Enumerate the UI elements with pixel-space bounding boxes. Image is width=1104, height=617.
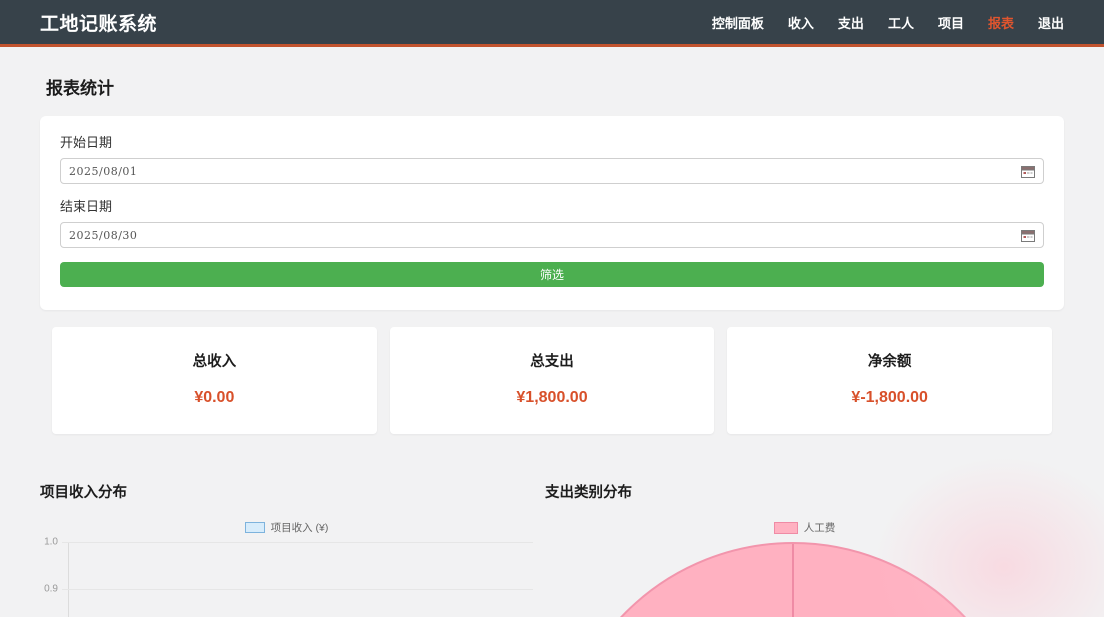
- start-date-value: 2025/08/01: [69, 165, 137, 178]
- gridline: [62, 589, 533, 590]
- y-tick: 1.0: [40, 537, 58, 548]
- card-value: ¥0.00: [52, 389, 377, 407]
- main-nav: 控制面板 收入 支出 工人 项目 报表 退出: [712, 13, 1064, 32]
- card-title: 净余额: [727, 350, 1052, 371]
- y-axis-line: [68, 542, 69, 617]
- card-title: 总收入: [52, 350, 377, 371]
- summary-cards: 总收入 ¥0.00 总支出 ¥1,800.00 净余额 ¥-1,800.00: [52, 327, 1052, 434]
- bar-chart-plot: 1.0 0.9 0.8: [40, 538, 533, 617]
- legend-swatch-icon: [245, 522, 265, 533]
- pie-slice-labor-cost: [556, 542, 1030, 617]
- legend-label: 人工费: [804, 520, 836, 535]
- income-distribution-chart: 项目收入分布 项目收入 (¥) 1.0 0.9 0.8: [40, 481, 533, 617]
- start-date-label: 开始日期: [60, 132, 1044, 151]
- legend-label: 项目收入 (¥): [271, 520, 329, 535]
- legend-swatch-icon: [774, 522, 798, 534]
- total-expense-card: 总支出 ¥1,800.00: [390, 327, 715, 434]
- end-date-label: 结束日期: [60, 196, 1044, 215]
- calendar-icon[interactable]: [1021, 165, 1035, 178]
- start-date-input[interactable]: 2025/08/01: [60, 158, 1044, 184]
- app-title: 工地记账系统: [40, 9, 157, 36]
- gridline: [62, 542, 533, 543]
- nav-workers[interactable]: 工人: [888, 13, 914, 32]
- nav-income[interactable]: 收入: [788, 13, 814, 32]
- card-title: 总支出: [390, 350, 715, 371]
- nav-expense[interactable]: 支出: [838, 13, 864, 32]
- nav-projects[interactable]: 项目: [938, 13, 964, 32]
- end-date-input[interactable]: 2025/08/30: [60, 222, 1044, 248]
- bar-chart-legend[interactable]: 项目收入 (¥): [40, 520, 533, 535]
- end-date-value: 2025/08/30: [69, 229, 137, 242]
- nav-dashboard[interactable]: 控制面板: [712, 13, 764, 32]
- chart-title: 支出类别分布: [545, 481, 1064, 502]
- card-value: ¥-1,800.00: [727, 389, 1052, 407]
- pie-chart-plot: [545, 535, 1064, 617]
- filter-panel: 开始日期 2025/08/01 结束日期 2025/08/30 筛选: [40, 116, 1064, 310]
- card-value: ¥1,800.00: [390, 389, 715, 407]
- navbar: 工地记账系统 控制面板 收入 支出 工人 项目 报表 退出: [0, 0, 1104, 47]
- pie-slice-seam: [792, 544, 794, 617]
- nav-logout[interactable]: 退出: [1038, 13, 1064, 32]
- net-balance-card: 净余额 ¥-1,800.00: [727, 327, 1052, 434]
- expense-category-chart: 支出类别分布 人工费: [545, 481, 1064, 617]
- total-income-card: 总收入 ¥0.00: [52, 327, 377, 434]
- calendar-icon[interactable]: [1021, 229, 1035, 242]
- main-content: 报表统计 开始日期 2025/08/01 结束日期 2025/08/30 筛选 …: [0, 74, 1104, 617]
- chart-title: 项目收入分布: [40, 481, 533, 502]
- y-tick: 0.9: [40, 584, 58, 595]
- page-title: 报表统计: [46, 74, 1058, 99]
- filter-button[interactable]: 筛选: [60, 262, 1044, 287]
- nav-reports[interactable]: 报表: [988, 13, 1014, 32]
- pie-chart-legend[interactable]: 人工费: [545, 520, 1064, 535]
- charts-section: 项目收入分布 项目收入 (¥) 1.0 0.9 0.8 支出类别分布 人工费: [40, 481, 1064, 617]
